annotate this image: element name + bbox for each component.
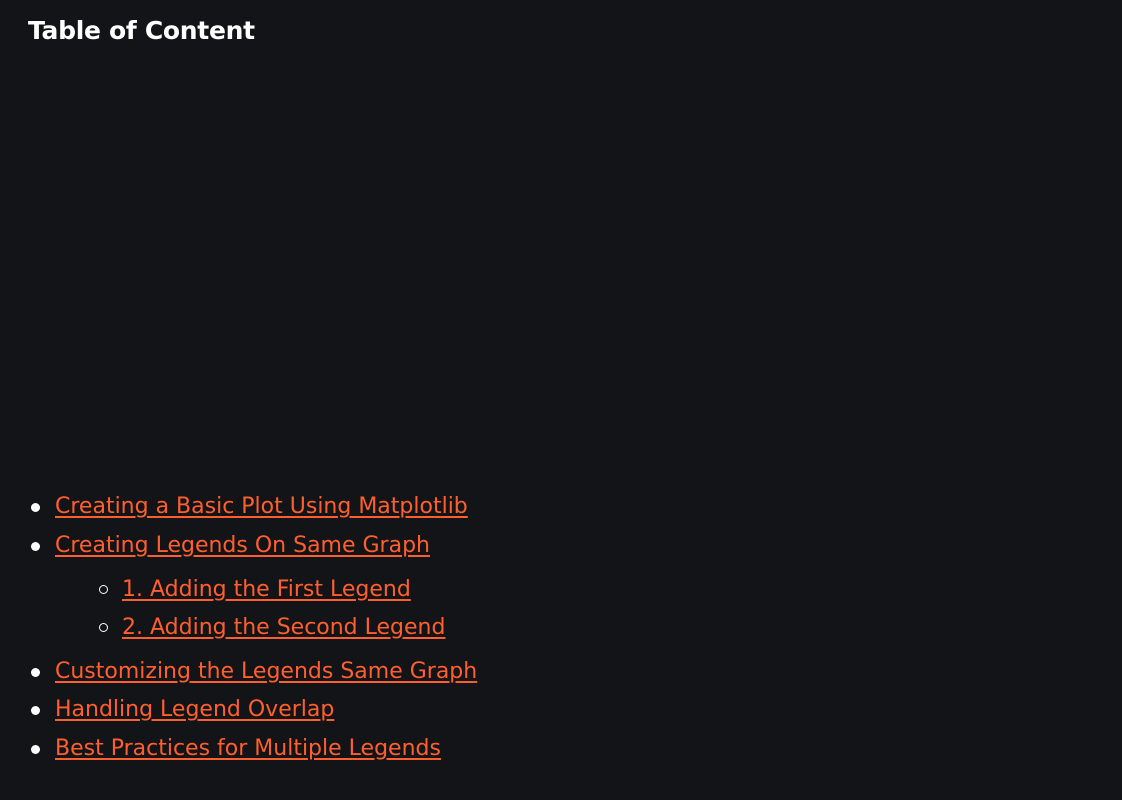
toc-link-best-practices[interactable]: Best Practices for Multiple Legends: [55, 736, 441, 761]
toc-link-customizing-legends[interactable]: Customizing the Legends Same Graph: [55, 659, 477, 684]
toc-item: Handling Legend Overlap: [0, 691, 1122, 730]
toc-link-first-legend[interactable]: 1. Adding the First Legend: [122, 577, 411, 602]
bullet-icon: [31, 744, 40, 754]
toc-item: Best Practices for Multiple Legends: [0, 730, 1122, 769]
toc-subitem: 2. Adding the Second Legend: [55, 609, 1122, 647]
toc-link-second-legend[interactable]: 2. Adding the Second Legend: [122, 615, 445, 640]
toc-list: Creating a Basic Plot Using Matplotlib C…: [0, 488, 1122, 768]
toc-item: Customizing the Legends Same Graph: [0, 653, 1122, 692]
hollow-bullet-icon: [99, 584, 108, 594]
toc-link-creating-legends[interactable]: Creating Legends On Same Graph: [55, 533, 430, 558]
toc-link-legend-overlap[interactable]: Handling Legend Overlap: [55, 697, 334, 722]
toc-subitem: 1. Adding the First Legend: [55, 571, 1122, 609]
bullet-icon: [31, 503, 40, 512]
bullet-icon: [31, 667, 40, 677]
bullet-icon: [31, 706, 40, 715]
hollow-bullet-icon: [99, 622, 108, 632]
toc-sublist: 1. Adding the First Legend 2. Adding the…: [55, 571, 1122, 647]
toc-item: Creating a Basic Plot Using Matplotlib: [0, 488, 1122, 527]
toc-title: Table of Content: [28, 16, 255, 45]
toc-item: Creating Legends On Same Graph 1. Adding…: [0, 527, 1122, 647]
bullet-icon: [31, 541, 40, 551]
toc-link-basic-plot[interactable]: Creating a Basic Plot Using Matplotlib: [55, 494, 468, 519]
